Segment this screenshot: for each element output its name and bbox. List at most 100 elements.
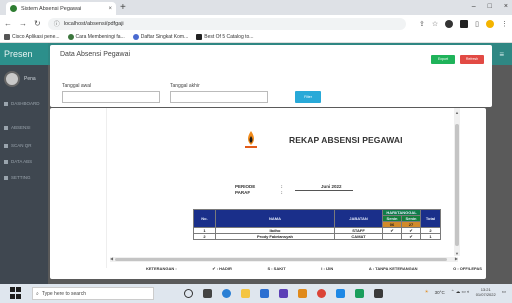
widgets-icon[interactable] [203, 289, 212, 298]
col-total: Total [420, 209, 441, 228]
report-modal: REKAP ABSENSI PEGAWAI PERIODE : Juni 202… [50, 108, 486, 279]
taskbar-apps [184, 289, 383, 298]
scroll-up-icon[interactable]: ▲ [454, 110, 460, 115]
bookmark-item[interactable]: Cara Membeningi fa... [67, 34, 125, 40]
scroll-thumb[interactable] [455, 124, 459, 246]
sidebar-item-scan[interactable]: SCAN QR [4, 143, 32, 148]
browser-tab-strip: Sistem Absensi Pegawai × + – □ × [0, 0, 512, 15]
app-icon[interactable] [279, 289, 288, 298]
extension-icon[interactable] [445, 19, 454, 28]
share-icon[interactable]: ⇪ [419, 20, 425, 28]
cell-day2: ✔ [401, 233, 421, 240]
sidepanel-icon[interactable]: ▯ [475, 20, 479, 28]
scroll-right-icon[interactable]: ▶ [455, 256, 458, 261]
taskbar-search[interactable]: ⌕ Type here to search [32, 287, 154, 300]
vertical-scrollbar[interactable]: ▲ ▼ [454, 108, 460, 256]
menu-kebab-icon[interactable]: ⋮ [501, 20, 508, 28]
store-icon[interactable] [260, 289, 269, 298]
new-tab-button[interactable]: + [120, 2, 126, 14]
file-explorer-icon[interactable] [241, 289, 250, 298]
bookmark-item[interactable]: Best Of 5 Catalog to... [196, 34, 253, 40]
site-favicon-icon [10, 5, 17, 12]
address-bar[interactable]: ⓘ localhost/absensi/pdfgaji [47, 17, 406, 30]
report-title: REKAP ABSENSI PEGAWAI [289, 135, 403, 145]
reload-icon[interactable]: ↻ [34, 19, 41, 28]
export-button[interactable]: Export [431, 55, 455, 64]
app-icon[interactable] [298, 289, 307, 298]
col-hari-tanggal: HARI/TANGGAL [382, 209, 421, 216]
avatar [4, 71, 20, 87]
edge-icon[interactable] [222, 289, 231, 298]
tanggal-awal-input[interactable] [62, 91, 160, 103]
list-icon [4, 125, 8, 130]
forward-arrow-icon[interactable]: → [19, 19, 27, 28]
weather-temp: 30°C [434, 289, 445, 295]
weather-icon[interactable]: ☀ [425, 289, 429, 295]
filter-button[interactable]: Filter [295, 91, 321, 103]
app-viewport: Presen Pena DASHBOARD ABSENSI SCAN QR DA… [0, 43, 512, 284]
cell-day1 [382, 233, 402, 240]
cell-nama: Prody Fabriansyah [215, 233, 335, 240]
profile-name: Pena [24, 76, 36, 82]
info-icon[interactable]: ⓘ [54, 19, 60, 28]
table-row: 2 Prody Fabriansyah CAMAT ✔ 1 [193, 233, 441, 240]
bookmarks-bar: Cisco Aplikasi pene... Cara Membeningi f… [0, 32, 512, 43]
page-title: Data Absensi Pegawai [60, 51, 131, 58]
cell-total: 1 [420, 233, 441, 240]
periode-label: PERIODE [235, 184, 256, 189]
address-url: localhost/absensi/pdfgaji [63, 20, 124, 27]
table-icon [4, 159, 8, 164]
legend-alpa: A : TANPA KETERANGAN [368, 266, 418, 271]
bookmark-star-icon[interactable]: ☆ [432, 20, 438, 28]
windows-start-icon[interactable] [10, 286, 24, 301]
col-jabatan: JABATAN [334, 209, 383, 228]
tanggal-akhir-label: Tanggal akhir [170, 83, 200, 89]
hscroll-thumb[interactable] [115, 258, 447, 261]
app-icon[interactable] [355, 289, 364, 298]
legend-izin: I : IJIN [321, 266, 334, 271]
tab-close-icon[interactable]: × [108, 6, 112, 12]
tab-title: Sistem Absensi Pegawai [21, 5, 82, 12]
task-view-icon[interactable] [184, 289, 193, 298]
clock[interactable]: 13:21 01/07/2022 [476, 287, 496, 297]
report-document: REKAP ABSENSI PEGAWAI PERIODE : Juni 202… [106, 108, 460, 268]
notification-icon[interactable]: ▭ [502, 289, 506, 295]
gear-icon [4, 175, 8, 180]
back-arrow-icon[interactable]: ← [4, 19, 12, 28]
refresh-button[interactable]: Refresh [460, 55, 484, 64]
puzzle-extension-icon[interactable] [460, 19, 469, 28]
col-nama: NAMA [215, 209, 335, 228]
sidebar-item-absensi[interactable]: ABSENSI [4, 125, 31, 130]
app-brand[interactable]: Presen [0, 43, 48, 65]
legend-off: O : OFF/LEPAS [453, 266, 482, 271]
company-logo-icon [245, 131, 257, 148]
sidebar-item-setting[interactable]: SETTING [4, 175, 31, 180]
legend-title: KETERANGAN : [146, 266, 177, 271]
qr-icon [4, 143, 8, 148]
legend-sakit: S : SAKIT [267, 266, 286, 271]
cell-jabatan: CAMAT [334, 233, 383, 240]
search-icon: ⌕ [36, 290, 39, 297]
bookmark-item[interactable]: Daftar Singkat Kom... [132, 34, 188, 40]
browser-tab[interactable]: Sistem Absensi Pegawai × [6, 2, 116, 15]
horizontal-scrollbar[interactable]: ◀ ▶ [110, 256, 458, 262]
profile-avatar-icon[interactable] [486, 19, 494, 28]
scroll-left-icon[interactable]: ◀ [110, 256, 113, 261]
paraf-label: PARAF [235, 190, 251, 195]
chrome-icon[interactable] [317, 289, 326, 298]
minimize-button[interactable]: – [472, 2, 476, 12]
tanggal-akhir-input[interactable] [170, 91, 268, 103]
periode-sep: : [281, 184, 283, 189]
sidebar-item-data[interactable]: DATA ABS [4, 159, 32, 164]
app-icon[interactable] [336, 289, 345, 298]
close-window-button[interactable]: × [504, 2, 508, 12]
maximize-button[interactable]: □ [488, 2, 492, 12]
menu-icon[interactable]: ≡ [499, 50, 504, 59]
sidebar-item-dashboard[interactable]: DASHBOARD [4, 101, 40, 106]
sidebar: Presen Pena DASHBOARD ABSENSI SCAN QR DA… [0, 43, 48, 284]
app-icon[interactable] [374, 289, 383, 298]
tray-icons[interactable]: ⌃ ☁ ▭ ◐ [451, 289, 470, 295]
bookmark-item[interactable]: Cisco Aplikasi pene... [4, 34, 60, 40]
browser-toolbar: ← → ↻ ⓘ localhost/absensi/pdfgaji ⇪ ☆ ▯ … [0, 15, 512, 32]
window-controls: – □ × [472, 2, 508, 12]
